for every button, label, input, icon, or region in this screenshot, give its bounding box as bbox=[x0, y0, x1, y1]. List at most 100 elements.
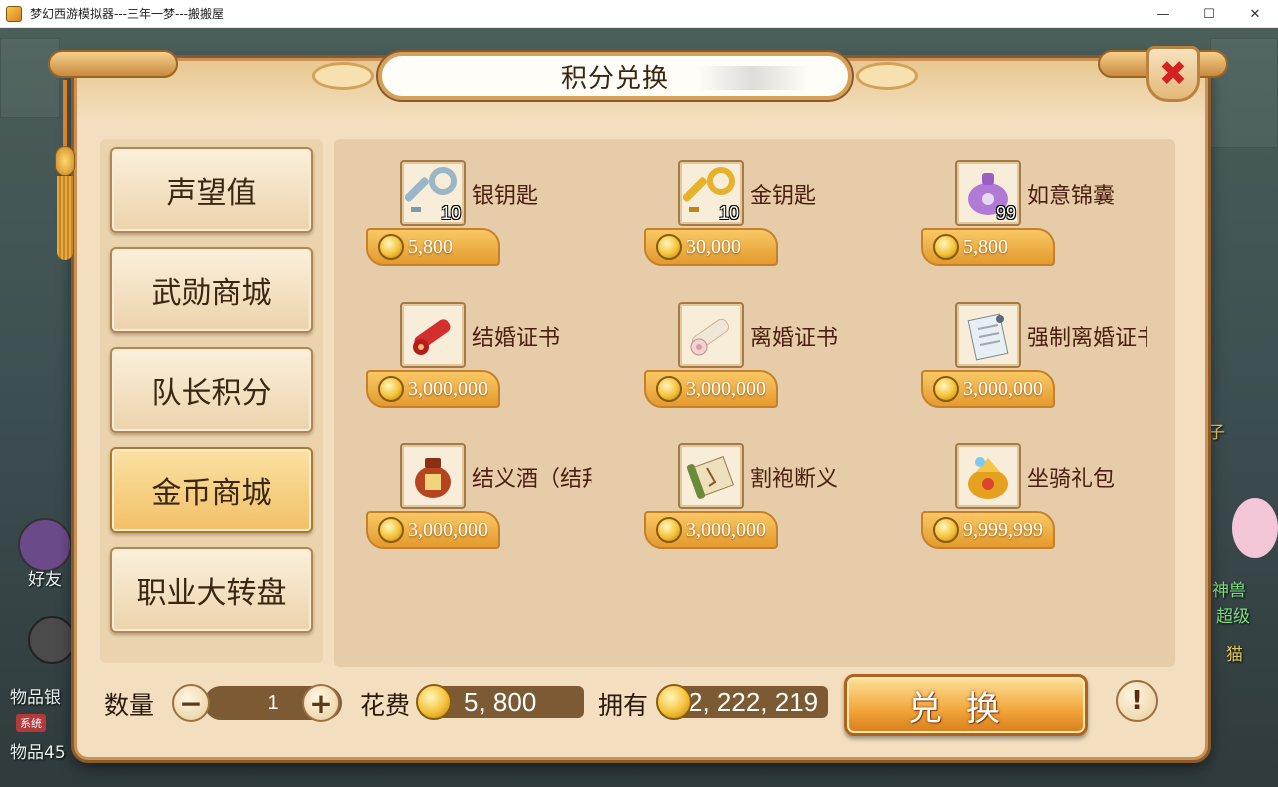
bg-event-text: 超级 bbox=[1216, 607, 1250, 627]
cost-value: 5, 800 bbox=[434, 686, 584, 718]
cost-label: 花费 bbox=[360, 691, 411, 720]
item-count: 99 bbox=[995, 203, 1016, 223]
coin-icon bbox=[933, 376, 959, 402]
price-tag: 5,800 bbox=[366, 228, 500, 266]
item-name: 结婚证书 bbox=[472, 326, 561, 351]
bg-roof bbox=[0, 38, 60, 118]
mountain-painting bbox=[698, 66, 808, 90]
menu-item-merit-shop[interactable]: 武勋商城 bbox=[110, 247, 313, 333]
item-price: 5,800 bbox=[963, 235, 1008, 258]
price-tag: 30,000 bbox=[644, 228, 778, 266]
item-price: 3,000,000 bbox=[686, 377, 766, 400]
coin-icon bbox=[656, 234, 682, 260]
item-price: 9,999,999 bbox=[963, 518, 1043, 541]
item-name: 结义酒（结拜） bbox=[472, 467, 592, 492]
item-name: 割袍断义 bbox=[750, 467, 839, 492]
price-tag: 5,800 bbox=[921, 228, 1055, 266]
wine-jar-icon bbox=[400, 443, 466, 509]
item-name: 金钥匙 bbox=[750, 184, 817, 209]
item-price: 3,000,000 bbox=[408, 518, 488, 541]
minus-button[interactable]: − bbox=[172, 684, 210, 722]
brocade-pouch-icon: 99 bbox=[955, 160, 1021, 226]
price-tag: 3,000,000 bbox=[921, 370, 1055, 408]
bg-item-count-text: 物品45 bbox=[10, 743, 66, 763]
dialog-title-plate: 积分兑换 bbox=[312, 52, 918, 100]
bg-event-text: 神兽 bbox=[1212, 581, 1246, 601]
owned-value: 2, 222, 219 bbox=[674, 686, 828, 718]
menu-item-career-wheel[interactable]: 职业大转盘 bbox=[110, 547, 313, 633]
coin-icon bbox=[933, 234, 959, 260]
item-price: 3,000,000 bbox=[686, 518, 766, 541]
menu-item-reputation[interactable]: 声望值 bbox=[110, 147, 313, 233]
help-button[interactable]: ! bbox=[1116, 680, 1158, 722]
coin-icon bbox=[656, 376, 682, 402]
item-name: 坐骑礼包 bbox=[1027, 467, 1116, 492]
item-name: 强制离婚证书 bbox=[1027, 326, 1147, 351]
friend-avatar[interactable] bbox=[18, 518, 72, 572]
cloud-ornament-left bbox=[312, 62, 374, 90]
price-tag: 3,000,000 bbox=[366, 511, 500, 549]
divorce-scroll-icon bbox=[678, 302, 744, 368]
item-count: 10 bbox=[440, 203, 461, 223]
item-count: 10 bbox=[718, 203, 739, 223]
shop-item[interactable]: 99 如意锦囊 5,800 bbox=[921, 160, 1181, 270]
bg-item-text: 物品银 bbox=[10, 688, 61, 708]
chat-bubble-icon[interactable] bbox=[28, 616, 76, 664]
forced-divorce-paper-icon bbox=[955, 302, 1021, 368]
close-icon: ✖ bbox=[1158, 54, 1188, 94]
bg-side-text: 子 bbox=[1208, 423, 1225, 443]
category-menu: 声望值 武勋商城 队长积分 金币商城 职业大转盘 bbox=[100, 139, 323, 663]
silver-key-icon: 10 bbox=[400, 160, 466, 226]
gold-key-icon: 10 bbox=[678, 160, 744, 226]
minimize-button[interactable]: — bbox=[1140, 0, 1186, 28]
bg-event-text: 猫 bbox=[1226, 645, 1243, 665]
shop-item[interactable]: 10 银钥匙 5,800 bbox=[366, 160, 626, 270]
item-grid: 10 银钥匙 5,800 10 金钥匙 30,000 99 如意锦囊 5,800 bbox=[334, 139, 1175, 667]
item-price: 3,000,000 bbox=[963, 377, 1043, 400]
window-close-button[interactable]: ✕ bbox=[1232, 0, 1278, 28]
dialog-close-button[interactable]: ✖ bbox=[1146, 46, 1200, 102]
coin-icon bbox=[378, 234, 404, 260]
coin-icon bbox=[933, 517, 959, 543]
coin-icon bbox=[378, 376, 404, 402]
shop-item[interactable]: 10 金钥匙 30,000 bbox=[644, 160, 904, 270]
item-name: 如意锦囊 bbox=[1027, 184, 1116, 209]
shop-item[interactable]: 离婚证书 3,000,000 bbox=[644, 302, 904, 412]
exchange-bar: 数量 1 − + 花费 5, 800 拥有 2, 222, 219 兑换 ! bbox=[104, 672, 1174, 736]
shop-item[interactable]: 结义酒（结拜） 3,000,000 bbox=[366, 443, 626, 553]
quantity-label: 数量 bbox=[104, 691, 155, 720]
window-title: 梦幻西游模拟器---三年一梦---搬搬屋 bbox=[30, 7, 224, 21]
window-titlebar: 梦幻西游模拟器---三年一梦---搬搬屋 — ☐ ✕ bbox=[0, 0, 1278, 28]
shop-item[interactable]: 结婚证书 3,000,000 bbox=[366, 302, 626, 412]
coin-icon bbox=[656, 684, 692, 720]
app-icon bbox=[6, 5, 22, 22]
coin-icon bbox=[416, 684, 452, 720]
cloud-ornament-right bbox=[856, 62, 918, 90]
item-price: 3,000,000 bbox=[408, 377, 488, 400]
item-name: 银钥匙 bbox=[472, 184, 539, 209]
price-tag: 3,000,000 bbox=[644, 511, 778, 549]
scroll-rod-left bbox=[48, 50, 178, 78]
price-tag: 3,000,000 bbox=[366, 370, 500, 408]
owned-label: 拥有 bbox=[598, 691, 649, 720]
menu-item-gold-shop[interactable]: 金币商城 bbox=[110, 447, 313, 533]
shop-item[interactable]: 坐骑礼包 9,999,999 bbox=[921, 443, 1181, 553]
tassel-decoration bbox=[52, 80, 78, 260]
shop-item[interactable]: 强制离婚证书 3,000,000 bbox=[921, 302, 1181, 412]
item-price: 5,800 bbox=[408, 235, 453, 258]
maximize-button[interactable]: ☐ bbox=[1186, 0, 1232, 28]
item-price: 30,000 bbox=[686, 235, 741, 258]
coin-icon bbox=[378, 517, 404, 543]
mount-giftbag-icon bbox=[955, 443, 1021, 509]
item-name: 离婚证书 bbox=[750, 326, 839, 351]
shop-item[interactable]: 割袍断义 3,000,000 bbox=[644, 443, 904, 553]
torn-scroll-icon bbox=[678, 443, 744, 509]
coin-icon bbox=[656, 517, 682, 543]
exchange-button[interactable]: 兑换 bbox=[844, 674, 1088, 736]
menu-item-captain-points[interactable]: 队长积分 bbox=[110, 347, 313, 433]
dialog-title: 积分兑换 bbox=[560, 63, 669, 94]
price-tag: 9,999,999 bbox=[921, 511, 1055, 549]
friend-label: 好友 bbox=[28, 570, 62, 590]
plus-button[interactable]: + bbox=[302, 684, 340, 722]
price-tag: 3,000,000 bbox=[644, 370, 778, 408]
